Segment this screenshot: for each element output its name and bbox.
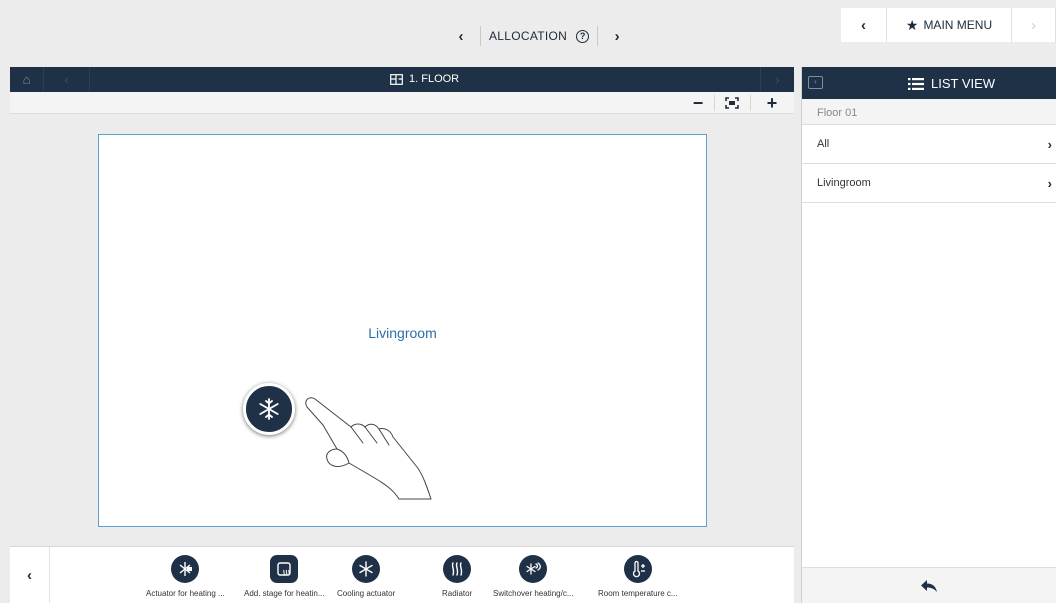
add-stage-icon (270, 555, 299, 583)
device-label: Switchover heating/c... (493, 589, 574, 598)
help-icon[interactable]: ? (576, 29, 590, 43)
chevron-right-icon: › (1047, 137, 1052, 152)
floor-title-text: 1. FLOOR (409, 73, 460, 85)
device-label: Add. stage for heatin... (244, 589, 325, 598)
divider (597, 26, 599, 46)
zoom-fit-button[interactable] (718, 92, 746, 114)
divider (714, 95, 715, 111)
switchover-icon (519, 555, 548, 583)
list-view-panel: ‹ LIST VIEW Floor 01 All › Livingroom › (801, 67, 1056, 603)
floorplan-canvas[interactable]: Livingroom (10, 114, 794, 546)
floor-title: 1. FLOOR (390, 73, 459, 85)
prev-floor-button[interactable]: ‹ (44, 67, 90, 92)
device-label: Cooling actuator (337, 589, 396, 598)
reply-arrow-icon[interactable] (920, 579, 938, 593)
list-view-title-text: LIST VIEW (931, 76, 996, 91)
thermometer-icon (623, 555, 652, 583)
list-view-title: LIST VIEW (908, 76, 995, 91)
list-view-header: ‹ LIST VIEW (802, 67, 1056, 99)
list-item-livingroom[interactable]: Livingroom › (802, 164, 1056, 203)
device-item-radiator[interactable]: Radiator (442, 555, 472, 598)
list-icon (908, 77, 924, 90)
floor-plan-icon (390, 73, 403, 85)
snowflake-icon (259, 398, 279, 420)
next-page-button[interactable]: › (606, 28, 628, 45)
collapse-panel-icon[interactable]: ‹ (808, 76, 823, 89)
room-label: Livingroom (368, 325, 437, 341)
page-title: ALLOCATION (489, 29, 568, 43)
list-item-label: Livingroom (817, 177, 871, 189)
main-menu-label: MAIN MENU (923, 18, 993, 32)
next-floor-button[interactable]: › (760, 67, 794, 92)
device-palette: ‹ Actuator for heating ... Add. stage fo… (10, 546, 794, 603)
top-bar: ‹ ALLOCATION ? › ‹ ★ MAIN MENU › (0, 0, 1056, 66)
radiator-icon (443, 555, 472, 583)
list-view-footer (802, 567, 1056, 603)
fit-screen-icon (725, 97, 739, 109)
device-item-add-stage[interactable]: Add. stage for heatin... (244, 555, 325, 598)
dragged-device-snowflake-icon[interactable] (243, 383, 295, 435)
snowflake-icon (352, 555, 381, 583)
home-icon[interactable]: ⌂ (10, 67, 44, 92)
zoom-toolbar: − + (10, 92, 794, 114)
room-area[interactable]: Livingroom (98, 134, 707, 527)
device-item-heating-actuator[interactable]: Actuator for heating ... (146, 555, 225, 598)
main-menu-group: ‹ ★ MAIN MENU › (841, 8, 1056, 42)
star-icon: ★ (905, 16, 919, 33)
device-label: Room temperature c... (598, 589, 678, 598)
chevron-right-icon: › (1047, 176, 1052, 191)
zoom-out-button[interactable]: − (684, 92, 712, 114)
main-menu-button[interactable]: ★ MAIN MENU (887, 8, 1012, 42)
hand-gesture-icon (305, 397, 432, 500)
list-item-label: All (817, 138, 830, 150)
device-item-cooling-actuator[interactable]: Cooling actuator (337, 555, 395, 598)
device-label: Actuator for heating ... (146, 589, 225, 598)
device-palette-prev-button[interactable]: ‹ (10, 547, 50, 603)
divider (750, 95, 751, 111)
main-menu-forward-button[interactable]: › (1012, 8, 1056, 42)
zoom-in-button[interactable]: + (758, 92, 786, 114)
floor-header-bar: ⌂ ‹ 1. FLOOR › (10, 67, 794, 92)
device-label: Radiator (442, 589, 473, 598)
list-item-all[interactable]: All › (802, 125, 1056, 164)
divider (480, 26, 481, 46)
allocation-nav: ‹ ALLOCATION ? › (450, 24, 628, 48)
heating-actuator-icon (171, 555, 200, 583)
main-menu-back-button[interactable]: ‹ (841, 8, 887, 42)
prev-page-button[interactable]: ‹ (450, 28, 472, 45)
breadcrumb: Floor 01 (802, 99, 1056, 125)
device-item-switchover[interactable]: Switchover heating/c... (493, 555, 573, 598)
device-item-room-temperature[interactable]: Room temperature c... (598, 555, 678, 598)
